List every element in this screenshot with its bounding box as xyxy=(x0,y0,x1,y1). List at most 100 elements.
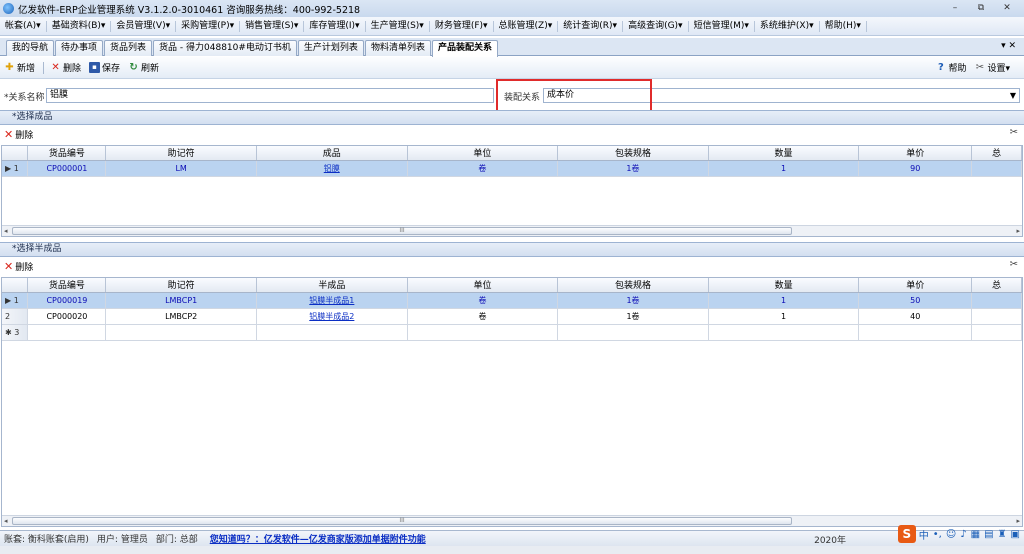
cell-total[interactable] xyxy=(971,324,1022,341)
finished-delete-button[interactable]: 删除 xyxy=(15,128,33,141)
cell-code[interactable]: CP000020 xyxy=(27,308,107,325)
cell-spec[interactable]: 1卷 xyxy=(557,292,709,309)
cell-price[interactable]: 40 xyxy=(858,308,973,325)
cell-code[interactable]: CP000019 xyxy=(27,292,107,309)
cell-spec[interactable]: 1卷 xyxy=(557,160,709,177)
grid-menu-icon[interactable]: ▤ xyxy=(984,529,993,540)
refresh-button[interactable]: ↻ 刷新 xyxy=(128,61,159,74)
cell-code[interactable]: CP000001 xyxy=(27,160,107,177)
cell-total[interactable] xyxy=(971,160,1022,177)
cell-spec[interactable] xyxy=(557,324,709,341)
column-header[interactable]: 货品编号 xyxy=(27,146,107,161)
cell-unit[interactable]: 卷 xyxy=(407,292,559,309)
cell-unit[interactable] xyxy=(407,324,559,341)
tab-bom-list[interactable]: 物料清单列表 xyxy=(364,40,431,56)
tab-my-navigation[interactable]: 我的导航 xyxy=(6,40,55,56)
scroll-thumb[interactable]: III xyxy=(12,227,792,235)
menu-item-sales[interactable]: 销售管理(S)▾ xyxy=(240,20,305,32)
emoji-icon[interactable]: ☺ xyxy=(946,529,956,540)
table-row-new[interactable]: ✱ 3 xyxy=(2,324,1022,341)
horizontal-scrollbar[interactable]: ◂ III ▸ xyxy=(2,225,1022,236)
cell-product[interactable] xyxy=(256,324,408,341)
row-header[interactable]: ▶ 1 xyxy=(2,160,29,177)
cell-mnemonic[interactable]: LM xyxy=(105,160,257,177)
product-link[interactable]: 铝膜 xyxy=(324,164,340,173)
column-header[interactable]: 数量 xyxy=(708,146,860,161)
cell-spec[interactable]: 1卷 xyxy=(557,308,709,325)
sogou-ime-icon[interactable]: S xyxy=(897,525,916,543)
cell-qty[interactable]: 1 xyxy=(708,292,860,309)
column-header[interactable]: 半成品 xyxy=(256,278,408,293)
ime-chinese-mode[interactable]: 中 xyxy=(919,527,929,542)
tab-product-detail[interactable]: 货品 - 得力048810#电动订书机 xyxy=(153,40,297,56)
column-header[interactable]: 单位 xyxy=(407,146,559,161)
cell-price[interactable]: 90 xyxy=(858,160,973,177)
row-header[interactable]: ▶ 1 xyxy=(2,292,29,309)
relation-name-input[interactable]: 铝膜 xyxy=(46,88,494,103)
settings-button[interactable]: ✂ 设置▾ xyxy=(974,61,1010,74)
table-row[interactable]: ▶ 1 CP000019 LMBCP1 铝膜半成品1 卷 1卷 1 50 xyxy=(2,292,1022,309)
menu-item-purchase[interactable]: 采购管理(P)▾ xyxy=(176,20,241,32)
column-header[interactable]: 数量 xyxy=(708,278,860,293)
menu-item-sms[interactable]: 短信管理(M)▾ xyxy=(689,20,755,32)
cell-qty[interactable] xyxy=(708,324,860,341)
column-header[interactable]: 总 xyxy=(971,146,1022,161)
semi-delete-button[interactable]: 删除 xyxy=(15,260,33,273)
menu-item-ledger[interactable]: 总账管理(Z)▾ xyxy=(494,20,559,32)
cell-code[interactable] xyxy=(27,324,107,341)
menu-item-basic-data[interactable]: 基础资料(B)▾ xyxy=(47,20,112,32)
microphone-icon[interactable]: ♪ xyxy=(960,529,966,540)
help-button[interactable]: ? 帮助 xyxy=(935,61,966,74)
tab-production-plan[interactable]: 生产计划列表 xyxy=(297,40,364,56)
tab-todo[interactable]: 待办事项 xyxy=(55,40,104,56)
column-header[interactable]: 单价 xyxy=(858,278,973,293)
grid-tools-icon[interactable]: ✂ xyxy=(1010,259,1018,270)
column-header[interactable]: 单价 xyxy=(858,146,973,161)
scroll-left-icon[interactable]: ◂ xyxy=(4,226,8,236)
horizontal-scrollbar[interactable]: ◂ III ▸ xyxy=(2,515,1022,526)
cell-unit[interactable]: 卷 xyxy=(407,160,559,177)
toolbox-icon[interactable]: ▣ xyxy=(1011,529,1020,540)
delete-button[interactable]: ✕ 删除 xyxy=(50,61,81,74)
new-button[interactable]: ✚ 新增 xyxy=(4,61,35,74)
tab-close-control[interactable]: ▾ ✕ xyxy=(1001,41,1016,51)
column-header[interactable]: 货品编号 xyxy=(27,278,107,293)
row-header[interactable]: ✱ 3 xyxy=(2,324,29,341)
menu-item-account[interactable]: 帐套(A)▾ xyxy=(0,20,47,32)
tab-product-list[interactable]: 货品列表 xyxy=(104,40,153,56)
column-header[interactable]: 总 xyxy=(971,278,1022,293)
column-header[interactable]: 成品 xyxy=(256,146,408,161)
product-link[interactable]: 铝膜半成品1 xyxy=(309,296,354,305)
punctuation-icon[interactable]: •, xyxy=(933,529,942,540)
table-row[interactable]: ▶ 1 CP000001 LM 铝膜 卷 1卷 1 90 xyxy=(2,160,1022,177)
table-row[interactable]: 2 CP000020 LMBCP2 铝膜半成品2 卷 1卷 1 40 xyxy=(2,308,1022,325)
menu-item-statistics[interactable]: 统计查询(R)▾ xyxy=(558,20,624,32)
cell-qty[interactable]: 1 xyxy=(708,160,860,177)
minimize-button[interactable]: – xyxy=(942,1,968,15)
column-header[interactable]: 包装规格 xyxy=(557,146,709,161)
cell-mnemonic[interactable] xyxy=(105,324,257,341)
tip-link[interactable]: 您知道吗？：亿发软件—亿发商家版添加单据附件功能 xyxy=(210,532,426,545)
grid-tools-icon[interactable]: ✂ xyxy=(1010,127,1018,138)
cell-product[interactable]: 铝膜半成品2 xyxy=(256,308,408,325)
column-header[interactable]: 助记符 xyxy=(105,278,257,293)
menu-item-advanced-query[interactable]: 高级查询(G)▾ xyxy=(623,20,689,32)
row-header[interactable]: 2 xyxy=(2,308,29,325)
scroll-right-icon[interactable]: ▸ xyxy=(1016,226,1020,236)
product-link[interactable]: 铝膜半成品2 xyxy=(309,312,354,321)
scroll-thumb[interactable]: III xyxy=(12,517,792,525)
cell-mnemonic[interactable]: LMBCP1 xyxy=(105,292,257,309)
column-header[interactable]: 包装规格 xyxy=(557,278,709,293)
cell-price[interactable] xyxy=(858,324,973,341)
column-header[interactable]: 单位 xyxy=(407,278,559,293)
scroll-left-icon[interactable]: ◂ xyxy=(4,516,8,526)
menu-item-production[interactable]: 生产管理(S)▾ xyxy=(366,20,430,32)
cell-total[interactable] xyxy=(971,292,1022,309)
cell-product[interactable]: 铝膜半成品1 xyxy=(256,292,408,309)
column-header[interactable]: 助记符 xyxy=(105,146,257,161)
cell-qty[interactable]: 1 xyxy=(708,308,860,325)
tab-assembly-relation[interactable]: 产品装配关系 xyxy=(431,40,498,57)
restore-button[interactable]: ⧉ xyxy=(968,1,994,15)
menu-item-system[interactable]: 系统维护(X)▾ xyxy=(755,20,820,32)
close-button[interactable]: ✕ xyxy=(994,1,1020,15)
